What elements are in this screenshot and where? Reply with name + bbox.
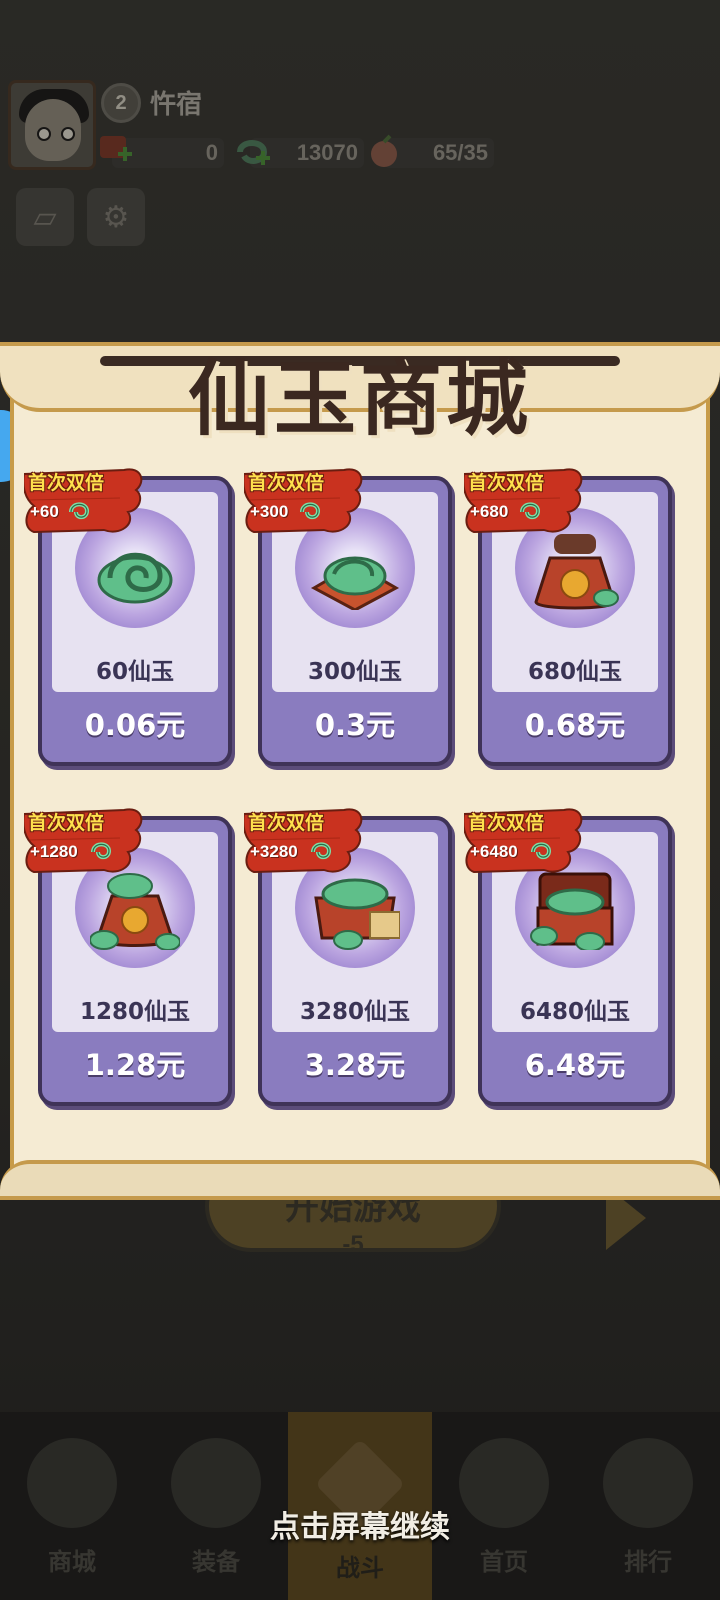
ribbon-bonus-text: +6480 (470, 842, 518, 861)
jade-icon (311, 842, 332, 860)
ribbon-bonus-text: +1280 (30, 842, 78, 861)
shop-item-card[interactable]: 3280仙玉 3.28元 首次双倍 +3280 (244, 808, 452, 1106)
item-amount: 680仙玉 (527, 659, 622, 685)
first-double-ribbon: 首次双倍 +1280 (24, 806, 148, 878)
item-amount: 1280仙玉 (79, 999, 190, 1025)
item-price: 0.3元 (314, 708, 396, 742)
jade-box-icon (314, 878, 400, 950)
ribbon-bonus-text: +3280 (250, 842, 298, 861)
tap-to-continue-hint: 点击屏幕继续 (270, 1510, 450, 1545)
ribbon-badge-text: 首次双倍 (468, 472, 545, 494)
item-price: 0.06元 (84, 708, 186, 742)
shop-item-card[interactable]: 60仙玉 0.06元 首次双倍 +60 (24, 468, 232, 766)
first-double-ribbon: 首次双倍 +60 (24, 466, 148, 538)
jade-icon (300, 502, 321, 520)
item-price: 1.28元 (84, 1048, 186, 1082)
jade-chest-icon (530, 872, 614, 950)
jade-icon (91, 842, 112, 860)
first-double-ribbon: 首次双倍 +6480 (464, 806, 588, 878)
shop-item-card[interactable]: 300仙玉 0.3元 首次双倍 +300 (244, 468, 452, 766)
first-double-ribbon: 首次双倍 +680 (464, 466, 588, 538)
jade-icon (520, 502, 541, 520)
first-double-ribbon: 首次双倍 +300 (244, 466, 368, 538)
jade-coil-icon (97, 552, 173, 604)
ribbon-bonus-text: +680 (470, 502, 509, 521)
shop-title: 仙玉商城 (187, 351, 532, 447)
jade-icon (531, 842, 552, 860)
ribbon-badge-text: 首次双倍 (28, 812, 105, 834)
item-price: 3.28元 (304, 1048, 406, 1082)
fortune-bag-large-icon (90, 873, 180, 950)
ribbon-badge-text: 首次双倍 (248, 812, 325, 834)
shop-panel: 仙玉商城 60仙玉 0.06元 首次双倍 +60 300仙玉 0.3元 首次双倍… (0, 342, 720, 1222)
shop-item-card[interactable]: 680仙玉 0.68元 首次双倍 +680 (464, 468, 672, 766)
item-amount: 3280仙玉 (299, 999, 410, 1025)
fortune-bag-icon (534, 534, 619, 610)
ribbon-badge-text: 首次双倍 (468, 812, 545, 834)
ribbon-bonus-text: +300 (250, 502, 289, 521)
item-amount: 300仙玉 (307, 659, 402, 685)
ribbon-badge-text: 首次双倍 (248, 472, 325, 494)
scroll-bottom-roll (0, 1160, 720, 1200)
item-amount: 60仙玉 (95, 659, 174, 685)
ribbon-badge-text: 首次双倍 (28, 472, 105, 494)
shop-item-card[interactable]: 1280仙玉 1.28元 首次双倍 +1280 (24, 808, 232, 1106)
ribbon-bonus-text: +60 (30, 502, 59, 521)
item-price: 0.68元 (524, 708, 626, 742)
item-price: 6.48元 (524, 1048, 626, 1082)
item-amount: 6480仙玉 (519, 999, 630, 1025)
first-double-ribbon: 首次双倍 +3280 (244, 806, 368, 878)
jade-plate-icon (310, 556, 400, 610)
jade-icon (69, 502, 90, 520)
shop-item-card[interactable]: 6480仙玉 6.48元 首次双倍 +6480 (464, 808, 672, 1106)
